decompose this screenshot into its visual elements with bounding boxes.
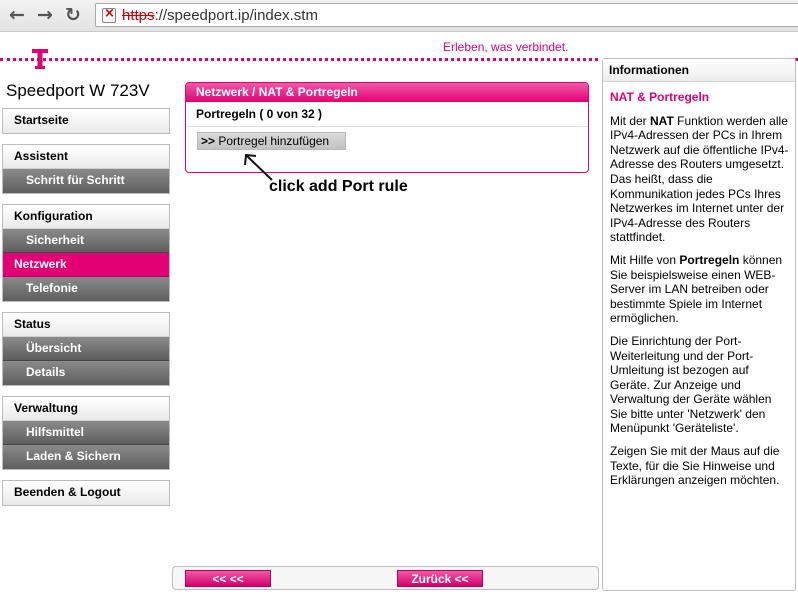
add-port-rule-button[interactable]: >> Portregel hinzufügen	[197, 132, 346, 150]
menu-group-konfiguration: Konfiguration Sicherheit Netzwerk Telefo…	[2, 204, 170, 302]
slogan: Erleben, was verbindet.	[443, 40, 569, 54]
back-button[interactable]: Zurück <<	[397, 570, 483, 587]
sidebar-item-laden-sichern[interactable]: Laden & Sichern	[3, 445, 169, 469]
annotation-text: click add Port rule	[269, 178, 408, 195]
info-paragraph-hinweise: Zeigen Sie mit der Maus auf die Texte, f…	[610, 444, 780, 488]
info-title: NAT & Portregeln	[610, 90, 710, 104]
add-port-rule-label: Portregel hinzufügen	[218, 134, 330, 148]
sidebar-item-sicherheit[interactable]: Sicherheit	[3, 229, 169, 253]
back-left-button[interactable]: << <<	[185, 570, 271, 587]
info-body: NAT & Portregeln Mit der NAT Funktion we…	[603, 82, 795, 488]
menu-group-logout: Beenden & Logout	[2, 480, 170, 506]
dotted-divider	[0, 58, 598, 61]
info-paragraph-geraete: Die Einrichtung der Port-Weiterleitung u…	[610, 333, 772, 436]
url-scheme: https	[122, 7, 155, 24]
info-paragraph-nat: Mit der NAT Funktion werden alle IPv4-Ad…	[610, 114, 790, 245]
url-text: https://speedport.ip/index.stm	[122, 7, 318, 24]
back-arrow-icon[interactable]: ←	[6, 4, 28, 26]
info-bold-portregeln: Portregeln	[679, 252, 740, 267]
sidebar-item-logout[interactable]: Beenden & Logout	[3, 481, 169, 505]
menu-group-assistent: Assistent Schritt für Schritt	[2, 144, 170, 194]
insecure-lock-icon: ×	[102, 6, 116, 23]
info-bold-nat: NAT	[650, 113, 674, 128]
bottom-button-bar: << << Zurück <<	[172, 566, 599, 590]
sidebar-item-uebersicht[interactable]: Übersicht	[3, 337, 169, 361]
info-text: Mit der	[610, 113, 651, 128]
info-header: Informationen	[603, 59, 795, 82]
sidebar-item-startseite[interactable]: Startseite	[3, 109, 169, 133]
url-rest: ://speedport.ip/index.stm	[154, 7, 318, 24]
port-rules-count: Portregeln ( 0 von 32 )	[186, 102, 588, 127]
sidebar-item-status[interactable]: Status	[3, 313, 169, 337]
info-paragraph-portregeln: Mit Hilfe von Portregeln können Sie beis…	[610, 253, 790, 326]
sidebar-item-assistent[interactable]: Assistent	[3, 145, 169, 169]
sidebar-item-telefonie[interactable]: Telefonie	[3, 277, 169, 301]
sidebar-item-konfiguration[interactable]: Konfiguration	[3, 205, 169, 229]
menu-group-start: Startseite	[2, 108, 170, 134]
sidebar-item-details[interactable]: Details	[3, 361, 169, 385]
panel-title: Netzwerk / NAT & Portregeln	[186, 83, 588, 102]
reload-icon[interactable]: ↻	[62, 4, 84, 26]
menu-group-status: Status Übersicht Details	[2, 312, 170, 386]
sidebar-item-hilfsmittel[interactable]: Hilfsmittel	[3, 421, 169, 445]
info-panel: Informationen NAT & Portregeln Mit der N…	[602, 58, 796, 591]
info-text: Mit Hilfe von	[610, 252, 680, 267]
sidebar-item-netzwerk[interactable]: Netzwerk	[3, 253, 169, 277]
browser-toolbar: ← → ↻ × https://speedport.ip/index.stm	[0, 0, 798, 32]
add-chevrons: >>	[201, 134, 216, 148]
device-name: Speedport W 723V	[6, 81, 150, 100]
sidebar-item-verwaltung[interactable]: Verwaltung	[3, 397, 169, 421]
address-bar[interactable]: × https://speedport.ip/index.stm	[95, 3, 798, 27]
menu-group-verwaltung: Verwaltung Hilfsmittel Laden & Sichern	[2, 396, 170, 470]
forward-arrow-icon[interactable]: →	[34, 4, 56, 26]
sidebar-item-schritt-fuer-schritt[interactable]: Schritt für Schritt	[3, 169, 169, 193]
info-text: Funktion werden alle IPv4-Adressen der P…	[610, 113, 789, 245]
